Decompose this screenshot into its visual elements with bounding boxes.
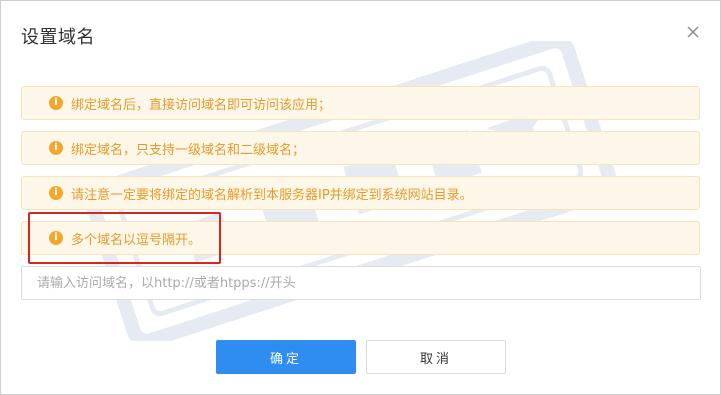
confirm-button[interactable]: 确定	[216, 340, 356, 374]
notice-domain-levels: i 绑定域名，只支持一级域名和二级域名；	[21, 131, 700, 165]
notice-text: 绑定域名后，直接访问域名即可访问该应用；	[71, 97, 332, 113]
notice-text: 请注意一定要将绑定的域名解析到本服务器IP并绑定到系统网站目录。	[71, 187, 473, 203]
domain-input[interactable]	[21, 266, 701, 300]
info-icon: i	[49, 141, 63, 155]
dialog-title: 设置域名	[21, 27, 95, 48]
info-icon: i	[49, 186, 63, 200]
notice-text: 绑定域名，只支持一级域名和二级域名；	[71, 142, 306, 158]
info-icon: i	[49, 231, 63, 245]
notice-bind-direct-access: i 绑定域名后，直接访问域名即可访问该应用；	[21, 86, 700, 120]
info-icon: i	[49, 96, 63, 110]
set-domain-dialog: 设置域名 i 绑定域名后，直接访问域名即可访问该应用； i 绑定域名，只支持一级…	[0, 0, 721, 395]
notice-text: 多个域名以逗号隔开。	[71, 232, 202, 248]
close-icon[interactable]	[684, 23, 702, 41]
notice-comma-separated: i 多个域名以逗号隔开。	[21, 221, 700, 255]
notice-dns-resolve: i 请注意一定要将绑定的域名解析到本服务器IP并绑定到系统网站目录。	[21, 176, 700, 210]
cancel-button[interactable]: 取消	[366, 340, 506, 374]
